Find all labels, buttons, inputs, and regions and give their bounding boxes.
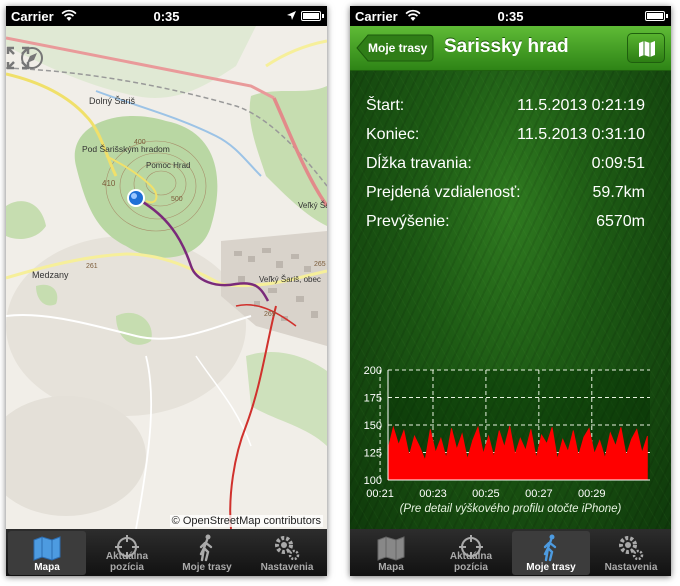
- tab-mapa[interactable]: Mapa: [8, 531, 86, 575]
- stat-label: Koniec:: [366, 126, 420, 143]
- back-button[interactable]: Moje trasy: [356, 34, 434, 62]
- chart-y-tick-label: 125: [364, 448, 382, 460]
- walker-icon: [199, 534, 213, 562]
- status-bar: Carrier 0:35: [6, 6, 327, 26]
- map-label-velky-saris-obec: Veľký Šariš, obec: [259, 275, 321, 284]
- stat-row-elevation-gain: Prevýšenie: 6570m: [366, 213, 645, 235]
- chart-x-tick-label: 00:25: [472, 488, 500, 500]
- map-attribution[interactable]: © OpenStreetMap contributors: [169, 515, 323, 527]
- chart-y-tick-label: 175: [364, 393, 382, 405]
- stat-row-start: Štart: 11.5.2013 0:21:19: [366, 97, 645, 119]
- map-label-elev-400: 400: [134, 139, 146, 146]
- map-label-elev-261: 261: [86, 263, 98, 270]
- track-detail-screen: Carrier 0:35 Moje trasy Sarissky hrad Št…: [350, 6, 671, 576]
- map-label-elev-500: 500: [171, 196, 183, 203]
- tab-label: Aktuálna pozícia: [105, 551, 149, 573]
- tab-aktualna-pozicia[interactable]: Aktuálna pozícia: [432, 531, 510, 575]
- map-icon: [639, 41, 655, 57]
- location-arrow-icon: [287, 11, 296, 20]
- tab-mapa[interactable]: Mapa: [352, 531, 430, 575]
- stat-value: 11.5.2013 0:31:10: [517, 126, 645, 143]
- stat-row-end: Koniec: 11.5.2013 0:31:10: [366, 126, 645, 148]
- map-label-elev-265: 265: [314, 261, 326, 268]
- show-map-button[interactable]: [627, 33, 665, 63]
- chart-y-tick-label: 150: [364, 420, 382, 432]
- stat-value: 0:09:51: [591, 155, 645, 172]
- tab-label: Mapa: [34, 562, 60, 573]
- tab-aktualna-pozicia[interactable]: Aktuálna pozícia: [88, 531, 166, 575]
- map-tiles[interactable]: Dolný Šariš Pod Šarišským hradom Pomoc H…: [6, 26, 327, 529]
- map-label-elev-410: 410: [102, 179, 116, 188]
- stat-value: 6570m: [596, 213, 645, 230]
- map-label-velky-saris: Veľký Šariš: [298, 201, 327, 210]
- back-button-label: Moje trasy: [368, 41, 428, 55]
- tab-label: Nastavenia: [604, 562, 658, 573]
- chart-x-tick-label: 00:29: [578, 488, 606, 500]
- map-label-pomoc-hrad: Pomoc Hrad: [146, 161, 190, 170]
- tab-label: Moje trasy: [182, 562, 232, 573]
- page-title: Sarissky hrad: [444, 36, 569, 57]
- map-label-pod-hradom: Pod Šarišským hradom: [82, 144, 170, 154]
- elevation-chart-svg: 200 175 150 125 10000:21 00:23 00:25 00:27 00:29: [364, 365, 650, 500]
- tab-label: Mapa: [378, 562, 404, 573]
- chart-x-tick-label: 00:23: [419, 488, 447, 500]
- battery-icon: [301, 11, 324, 21]
- fullscreen-icon[interactable]: [6, 46, 30, 70]
- chart-x-tick-label: 00:27: [525, 488, 553, 500]
- navigation-bar: Moje trasy Sarissky hrad: [350, 26, 671, 71]
- current-position-marker[interactable]: [127, 189, 145, 207]
- tab-moje-trasy[interactable]: Moje trasy: [512, 531, 590, 575]
- stat-label: Prejdená vzdialenosť:: [366, 184, 521, 201]
- chart-hint: (Pre detail výškového profilu otočte iPh…: [399, 503, 622, 515]
- map-icon: [377, 536, 405, 561]
- map-label-dolny-saris: Dolný Šariš: [89, 96, 136, 106]
- map-label-medzany: Medzany: [32, 270, 69, 280]
- map-label-elev-269: 269: [264, 311, 276, 318]
- tab-moje-trasy[interactable]: Moje trasy: [168, 531, 246, 575]
- stat-label: Dĺžka travania:: [366, 155, 472, 172]
- elevation-chart[interactable]: 200 175 150 125 100 00:21 00:23 00:25 00:27 00:29: [350, 356, 671, 506]
- stat-value: 59.7km: [592, 184, 645, 201]
- stat-label: Prevýšenie:: [366, 213, 450, 230]
- tab-nastavenia[interactable]: Nastavenia: [592, 531, 670, 575]
- gear-icon: [619, 536, 644, 561]
- map-screen: Carrier 0:35 Dolný Šariš Pod Šarišským h…: [6, 6, 327, 576]
- stat-label: Štart:: [366, 97, 405, 114]
- stat-row-distance: Prejdená vzdialenosť: 59.7km: [366, 184, 645, 206]
- tab-label: Aktuálna pozícia: [449, 551, 493, 573]
- tab-nastavenia[interactable]: Nastavenia: [248, 531, 326, 575]
- gear-icon: [275, 536, 300, 561]
- stat-row-duration: Dĺžka travania: 0:09:51: [366, 155, 645, 177]
- clock: 0:35: [497, 9, 524, 24]
- chart-x-tick-label: 00:21: [366, 488, 394, 500]
- walker-icon: [543, 534, 557, 562]
- stat-value: 11.5.2013 0:21:19: [517, 97, 645, 114]
- status-bar: Carrier 0:35: [350, 6, 671, 26]
- chart-y-tick-label: 100: [364, 475, 382, 487]
- clock: 0:35: [153, 9, 180, 24]
- chart-y-tick-label: 200: [364, 365, 382, 377]
- map-view[interactable]: Dolný Šariš Pod Šarišským hradom Pomoc H…: [6, 26, 327, 529]
- tab-bar: Mapa Aktuálna pozícia Moje trasy Nastave…: [350, 529, 671, 576]
- tab-bar: Mapa Aktuálna pozícia Moje trasy Nastave…: [6, 529, 327, 576]
- map-icon: [33, 536, 61, 561]
- tab-label: Moje trasy: [526, 562, 576, 573]
- tab-label: Nastavenia: [260, 562, 314, 573]
- battery-icon: [645, 11, 668, 21]
